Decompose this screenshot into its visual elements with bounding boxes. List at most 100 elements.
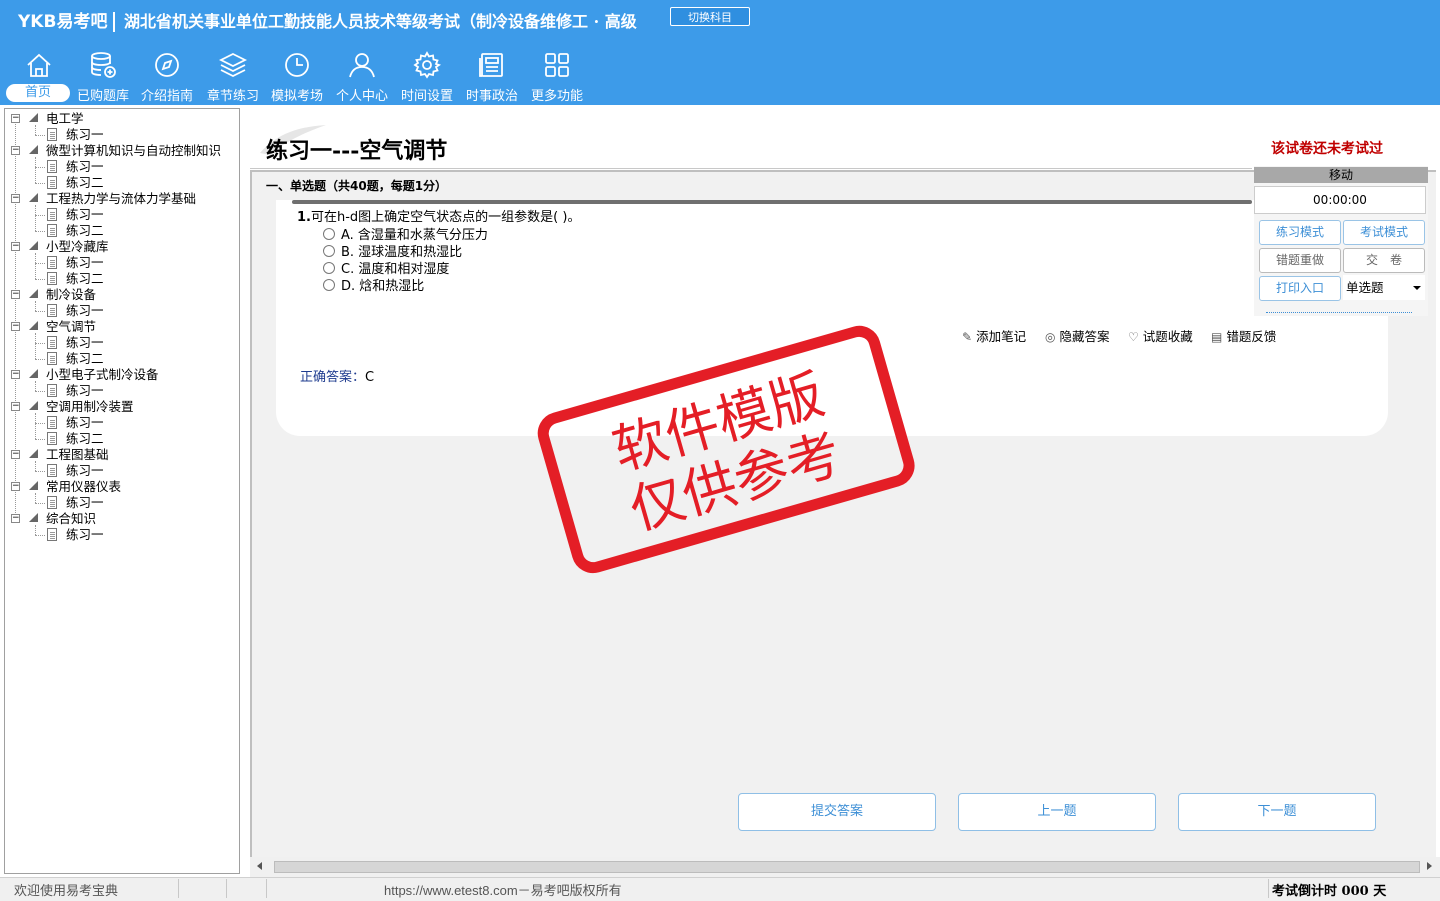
chapter-label: 综合知识: [46, 511, 97, 526]
next-question-button[interactable]: 下一题: [1178, 793, 1376, 831]
tree-connector: [35, 125, 36, 135]
exercise-label: 练习一: [66, 207, 104, 222]
question-card-bar: [292, 200, 1252, 204]
nav-personal-center[interactable]: 个人中心: [331, 48, 393, 104]
collapse-toggle-icon[interactable]: −: [11, 322, 20, 331]
collapse-toggle-icon[interactable]: −: [11, 114, 20, 123]
hide-answer-button[interactable]: ◎ 隐藏答案: [1045, 326, 1110, 345]
tree-connector: [35, 535, 45, 536]
scrollbar-thumb[interactable]: [274, 861, 1420, 873]
tool-label: 错题反馈: [1226, 329, 1277, 344]
chapter-label: 制冷设备: [46, 287, 97, 302]
nav-current-affairs[interactable]: 时事政治: [461, 48, 523, 104]
section-heading: 一、单选题（共40题，每题1分）: [266, 179, 448, 193]
collapse-toggle-icon[interactable]: −: [11, 370, 20, 379]
error-feedback-button[interactable]: ▤ 错题反馈: [1211, 326, 1276, 345]
switch-subject-button[interactable]: 切换科目: [670, 7, 750, 26]
collapse-toggle-icon[interactable]: −: [11, 194, 20, 203]
tree-connector: [35, 503, 45, 504]
document-icon: [47, 528, 57, 541]
question-text: 可在h-d图上确定空气状态点的一组参数是( )。: [310, 210, 581, 225]
add-note-button[interactable]: ✎ 添加笔记: [962, 326, 1026, 345]
chapter-label: 空调用制冷装置: [46, 399, 134, 414]
document-icon: [47, 352, 57, 365]
nav-chapter-practice[interactable]: 章节练习: [202, 48, 264, 104]
favorite-question-button[interactable]: ♡ 试题收藏: [1128, 326, 1193, 345]
nav-mock-exam[interactable]: 模拟考场: [266, 48, 328, 104]
brand-name: YKB易考吧: [18, 12, 108, 32]
question-stem: 1.可在h-d图上确定空气状态点的一组参数是( )。: [297, 206, 580, 225]
folder-triangle-icon: [29, 401, 38, 410]
collapse-toggle-icon[interactable]: −: [11, 242, 20, 251]
exercise-label: 练习二: [66, 223, 104, 238]
submit-answer-button[interactable]: 提交答案: [738, 793, 936, 831]
radio-button[interactable]: [323, 262, 335, 274]
tree-connector: [35, 461, 36, 471]
exam-status-notice: 该试卷还未考试过: [1271, 141, 1383, 157]
tree-connector: [35, 263, 45, 264]
collapse-toggle-icon[interactable]: −: [11, 402, 20, 411]
nav-time-settings[interactable]: 时间设置: [396, 48, 458, 104]
exercise-label: 练习二: [66, 431, 104, 446]
tree-connector: [35, 253, 36, 279]
tree-connector: [35, 279, 45, 280]
radio-button[interactable]: [323, 245, 335, 257]
exercise-label: 练习一: [66, 415, 104, 430]
scroll-right-icon[interactable]: [1427, 862, 1432, 870]
collapse-toggle-icon[interactable]: −: [11, 514, 20, 523]
gear-icon: [413, 51, 442, 79]
print-button[interactable]: 打印入口: [1259, 276, 1341, 301]
timer-display: 00:00:00: [1254, 186, 1426, 214]
chapter-tree[interactable]: − 电工学 练习一 − 微型计算机知识与自动控制知识 练习一 练习二 − 工程热力学与流体力学基…: [4, 108, 240, 874]
nav-label: 个人中心: [335, 89, 388, 104]
folder-triangle-icon: [29, 241, 38, 250]
tree-connector: [35, 493, 36, 503]
document-icon: [47, 256, 57, 269]
tree-connector: [35, 439, 45, 440]
tree-connector: [35, 167, 45, 168]
submit-paper-button[interactable]: 交 卷: [1343, 248, 1425, 273]
chapter-label: 常用仪器仪表: [46, 479, 122, 494]
tree-connector: [35, 231, 45, 232]
option-d[interactable]: D. 焓和热湿比: [323, 275, 424, 294]
status-divider: [266, 879, 267, 898]
move-handle[interactable]: 移动: [1254, 167, 1428, 183]
scroll-left-icon[interactable]: [257, 862, 262, 870]
tree-connector: [35, 183, 45, 184]
nav-label: 介绍指南: [140, 89, 193, 104]
folder-triangle-icon: [29, 193, 38, 202]
exercise-label: 练习二: [66, 351, 104, 366]
collapse-toggle-icon[interactable]: −: [11, 146, 20, 155]
practice-mode-button[interactable]: 练习模式: [1259, 220, 1341, 245]
question-type-value: 单选题: [1346, 280, 1384, 295]
radio-button[interactable]: [323, 228, 335, 240]
panel-resize-handle[interactable]: [1266, 312, 1412, 313]
tree-connector: [35, 471, 45, 472]
brand-separator: [113, 12, 116, 32]
tree-connector: [35, 423, 45, 424]
tree-connector: [35, 343, 45, 344]
feedback-icon: ▤: [1211, 330, 1223, 344]
answer-label: 正确答案：: [300, 370, 366, 385]
collapse-toggle-icon[interactable]: −: [11, 290, 20, 299]
chapter-label: 小型冷藏库: [46, 239, 109, 254]
grid-icon: [545, 53, 569, 77]
exam-mode-button[interactable]: 考试模式: [1343, 220, 1425, 245]
copyright-text: https://www.etest8.com－易考吧版权所有: [384, 883, 622, 898]
nav-home[interactable]: 首页: [6, 48, 70, 104]
tree-connector: [35, 525, 36, 535]
previous-question-button[interactable]: 上一题: [958, 793, 1156, 831]
tree-connector: [35, 311, 45, 312]
redo-wrong-button[interactable]: 错题重做: [1259, 248, 1341, 273]
answer-value: C: [365, 370, 375, 385]
chapter-label: 工程热力学与流体力学基础: [46, 191, 197, 206]
question-type-select[interactable]: 单选题: [1343, 275, 1425, 300]
collapse-toggle-icon[interactable]: −: [11, 482, 20, 491]
exercise-label: 练习一: [66, 383, 104, 398]
nav-label: 更多功能: [530, 89, 583, 104]
nav-more-features[interactable]: 更多功能: [526, 48, 588, 104]
collapse-toggle-icon[interactable]: −: [11, 450, 20, 459]
radio-button[interactable]: [323, 279, 335, 291]
nav-guide[interactable]: 介绍指南: [136, 48, 198, 104]
nav-purchased-banks[interactable]: 已购题库: [72, 48, 134, 104]
